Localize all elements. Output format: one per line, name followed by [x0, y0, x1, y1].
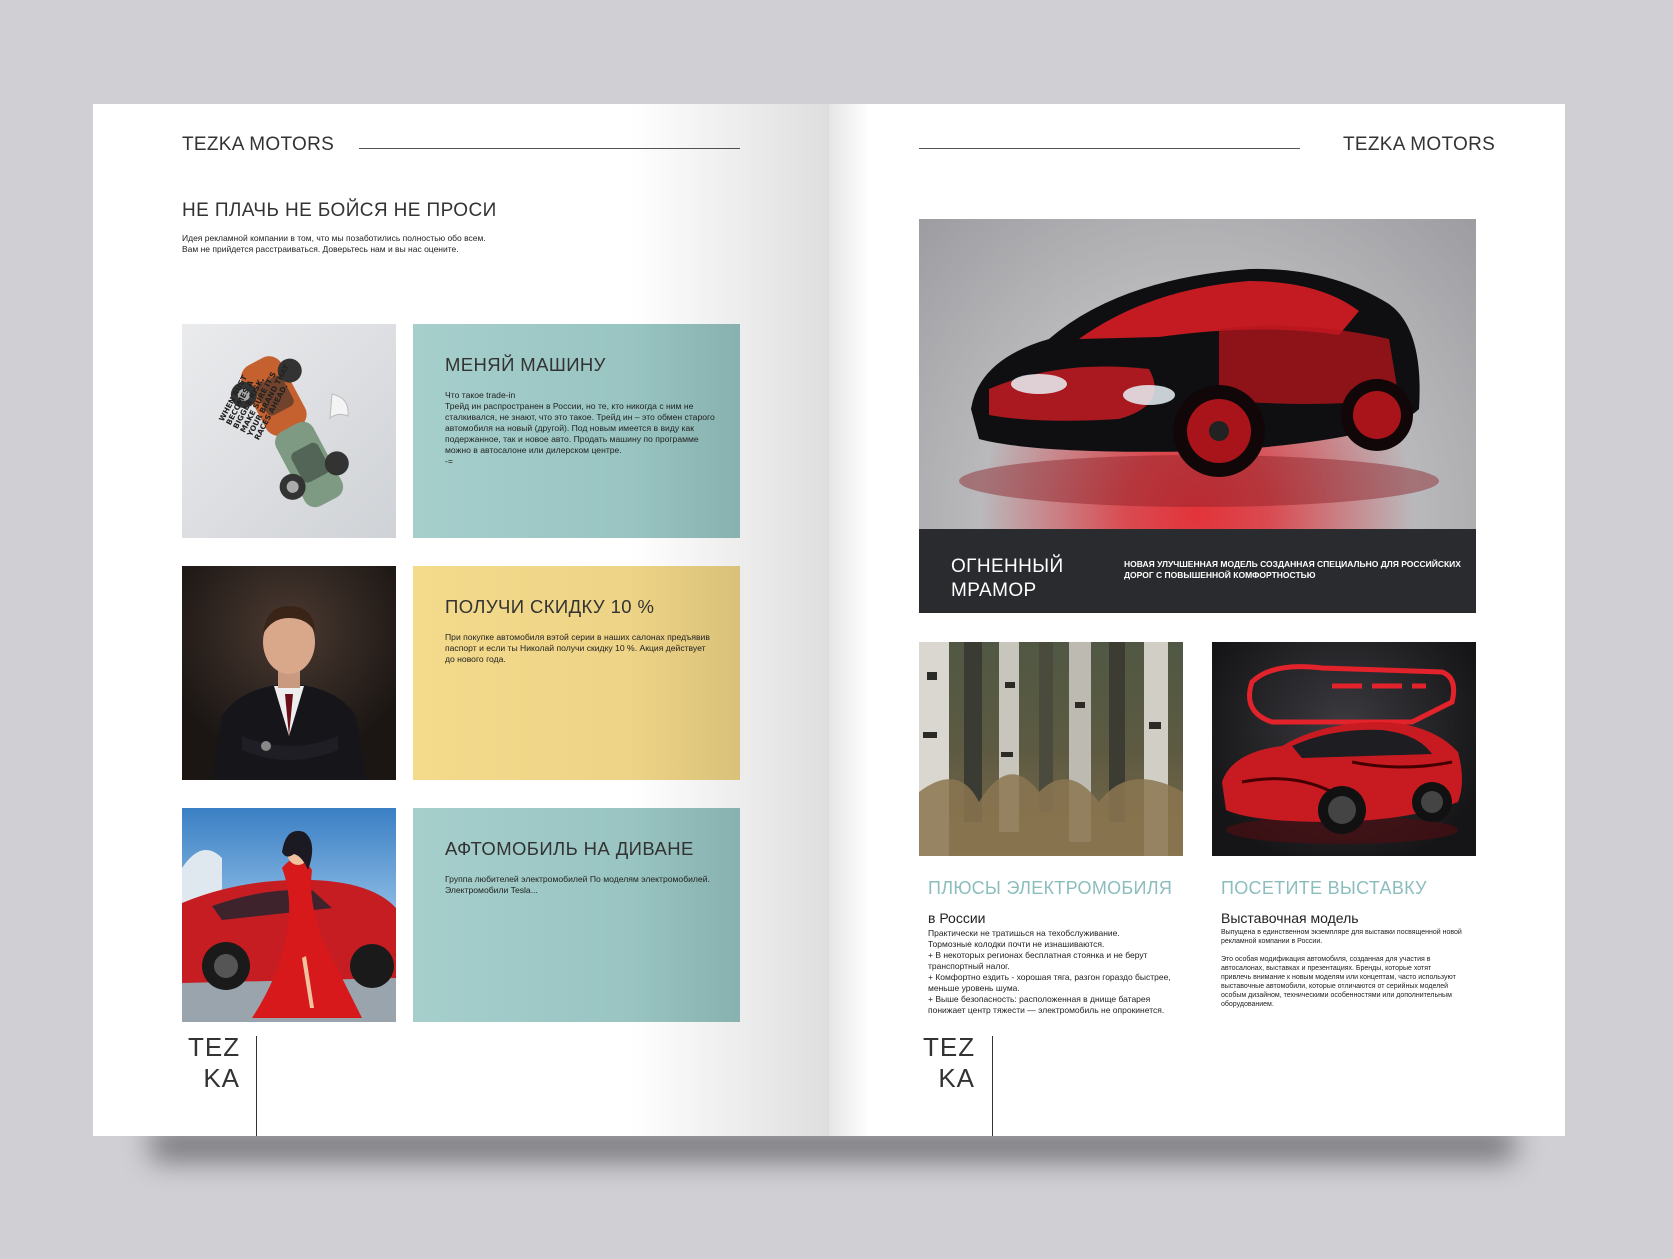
card-car-on-sofa: АФТОМОБИЛЬ НА ДИВАНЕ Группа любителей эл…: [413, 808, 740, 1022]
col2-body: Выпущена в единственном экземпляре для в…: [1221, 929, 1462, 1008]
card-discount-title: ПОЛУЧИ СКИДКУ 10 %: [445, 596, 655, 617]
col2-subtitle: Выставочная модель: [1221, 910, 1359, 926]
trade-in-poster-image: WHEN RUST BECOMES A BIGGER RISK, MAKE SU…: [182, 324, 396, 538]
card-car-on-sofa-body: Группа любителей электромобилей По модел…: [445, 874, 710, 895]
exhibition-car-image: [1212, 642, 1476, 856]
page-headline: НЕ ПЛАЧЬ НЕ БОЙСЯ НЕ ПРОСИ: [182, 200, 497, 221]
card-car-on-sofa-title: АФТОМОБИЛЬ НА ДИВАНЕ: [445, 838, 694, 859]
right-page: TEZKA MOTORS ОГНЕННЫЙ МРАМОР НОВАЯ УЛУЧШ…: [829, 104, 1565, 1136]
brand-left: TEZKA MOTORS: [182, 134, 335, 155]
col1-body: Практически не тратишься на техобслужива…: [928, 928, 1171, 1015]
card-discount-body: При покупке автомобиля вэтой серии в наш…: [445, 632, 710, 664]
card-trade-in-title: МЕНЯЙ МАШИНУ: [445, 354, 606, 375]
footer-rule-left: [256, 1036, 257, 1136]
brand-right: TEZKA MOTORS: [1343, 134, 1496, 155]
header-rule-right: [919, 148, 1300, 149]
birch-forest-photo: [919, 642, 1183, 856]
tezka-mark-right: TEZ KA: [923, 1032, 976, 1093]
footer-rule-right: [992, 1036, 993, 1136]
left-page: TEZKA MOTORS НЕ ПЛАЧЬ НЕ БОЙСЯ НЕ ПРОСИ …: [93, 104, 829, 1136]
hero-marble-car-image: [919, 219, 1476, 529]
tezka-mark-left: TEZ KA: [188, 1032, 241, 1093]
hero-caption-text: НОВАЯ УЛУЧШЕННАЯ МОДЕЛЬ СОЗДАННАЯ СПЕЦИА…: [1124, 559, 1461, 580]
card-trade-in: МЕНЯЙ МАШИНУ Что такое trade-in Трейд ин…: [413, 324, 740, 538]
card-trade-in-body: Что такое trade-in Трейд ин распростране…: [445, 390, 715, 466]
hero-caption-title: ОГНЕННЫЙ МРАМОР: [951, 556, 1064, 601]
hero-caption-bar: ОГНЕННЫЙ МРАМОР НОВАЯ УЛУЧШЕННАЯ МОДЕЛЬ …: [919, 529, 1476, 613]
man-in-suit-photo: [182, 566, 396, 780]
cartoon-woman-red-car-image: [182, 808, 396, 1022]
col2-title: ПОСЕТИТЕ ВЫСТАВКУ: [1221, 878, 1427, 898]
card-discount: ПОЛУЧИ СКИДКУ 10 % При покупке автомобил…: [413, 566, 740, 780]
intro-text: Идея рекламной компании в том, что мы по…: [182, 233, 486, 254]
header-rule-left: [359, 148, 740, 149]
col1-title: ПЛЮСЫ ЭЛЕКТРОМОБИЛЯ: [928, 878, 1173, 898]
col1-subtitle: в России: [928, 910, 986, 926]
